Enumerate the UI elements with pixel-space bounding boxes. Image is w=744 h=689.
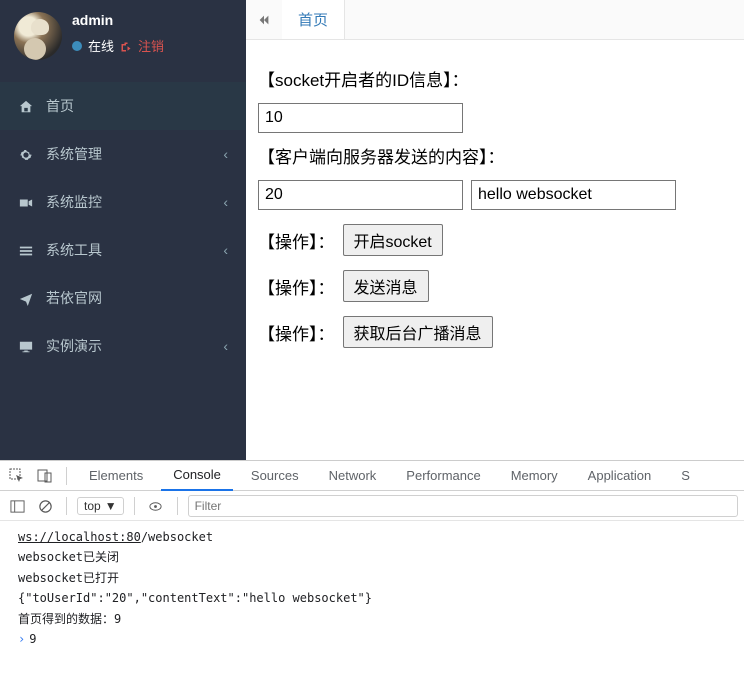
console-line: 首页得到的数据：9 [18,609,726,629]
devtools-tab-console[interactable]: Console [161,461,233,491]
devtools-panel: Elements Console Sources Network Perform… [0,460,744,689]
chevron-down-icon: ▼ [105,499,117,513]
message-input[interactable] [471,180,676,210]
console-line: ›9 [18,629,726,649]
op-label-broadcast: 【操作】： [258,320,335,345]
devtools-tab-application[interactable]: Application [576,461,664,491]
sidebar-item-home[interactable]: 首页 [0,82,246,130]
console-context-select[interactable]: top ▼ [77,497,124,515]
sidebar-item-label: 系统工具 [46,240,102,260]
label-opener-id: 【socket开启者的ID信息】： [258,66,732,91]
gear-icon [18,146,34,162]
chevron-left-icon: ‹ [223,146,228,162]
console-toolbar: top ▼ [0,491,744,521]
devtools-tab-more[interactable]: S [669,461,702,491]
op-label-send: 【操作】： [258,274,335,299]
sidebar-item-label: 首页 [46,96,74,116]
sidebar-item-system-tools[interactable]: 系统工具 ‹ [0,226,246,274]
nav-list: 首页 系统管理 ‹ 系统监控 ‹ 系统工具 ‹ [0,82,246,370]
user-panel: admin 在线 注销 [0,0,246,72]
devtools-tab-sources[interactable]: Sources [239,461,311,491]
inspect-icon[interactable] [6,467,28,484]
chevron-left-icon: ‹ [223,194,228,210]
sidebar-item-system-monitor[interactable]: 系统监控 ‹ [0,178,246,226]
sidebar-item-label: 实例演示 [46,336,102,356]
console-filter-input[interactable] [188,495,738,517]
console-line: websocket已打开 [18,568,726,588]
content-area: 首页 【socket开启者的ID信息】： 【客户端向服务器发送的内容】： 【操作… [246,0,744,460]
devtools-tab-network[interactable]: Network [317,461,389,491]
bars-icon [18,242,34,258]
plane-icon [18,290,34,306]
username: admin [72,12,164,28]
device-toggle-icon[interactable] [34,467,56,484]
online-status: 在线 [88,36,114,55]
home-icon [18,98,34,114]
live-expression-icon[interactable] [145,497,167,513]
tab-home[interactable]: 首页 [282,0,345,39]
sidebar-item-demo[interactable]: 实例演示 ‹ [0,322,246,370]
devtools-tabbar: Elements Console Sources Network Perform… [0,461,744,491]
sidebar-item-label: 系统管理 [46,144,102,164]
chevron-left-icon: ‹ [223,242,228,258]
avatar [14,12,62,60]
tabbar: 首页 [246,0,744,40]
devtools-tab-performance[interactable]: Performance [394,461,492,491]
collapse-sidebar-button[interactable] [246,0,282,39]
open-socket-button[interactable]: 开启socket [343,224,443,256]
logout-link[interactable]: 注销 [138,36,164,55]
opener-id-input[interactable] [258,103,463,133]
target-id-input[interactable] [258,180,463,210]
clear-console-icon[interactable] [34,497,56,513]
toggle-sidebar-icon[interactable] [6,497,28,513]
op-label-open: 【操作】： [258,228,335,253]
page-body: 【socket开启者的ID信息】： 【客户端向服务器发送的内容】： 【操作】： … [246,40,744,460]
devtools-tab-memory[interactable]: Memory [499,461,570,491]
video-icon [18,194,34,210]
label-client-send: 【客户端向服务器发送的内容】： [258,143,732,168]
logout-icon [120,38,132,53]
console-line: {"toUserId":"20","contentText":"hello we… [18,588,726,608]
screen-icon [18,338,34,354]
console-line: ws://localhost:80/websocket [18,527,726,547]
sidebar-item-label: 系统监控 [46,192,102,212]
chevron-left-icon: ‹ [223,338,228,354]
console-output: ws://localhost:80/websocket websocket已关闭… [0,521,744,655]
console-line: websocket已关闭 [18,547,726,567]
devtools-tab-elements[interactable]: Elements [77,461,155,491]
sidebar-item-label: 若依官网 [46,288,102,308]
get-broadcast-button[interactable]: 获取后台广播消息 [343,316,493,348]
sidebar-item-ruoyi-site[interactable]: 若依官网 [0,274,246,322]
sidebar-item-system-manage[interactable]: 系统管理 ‹ [0,130,246,178]
prompt-icon: › [18,632,25,646]
sidebar: admin 在线 注销 首页 [0,0,246,460]
send-message-button[interactable]: 发送消息 [343,270,429,302]
online-dot-icon [72,41,82,51]
